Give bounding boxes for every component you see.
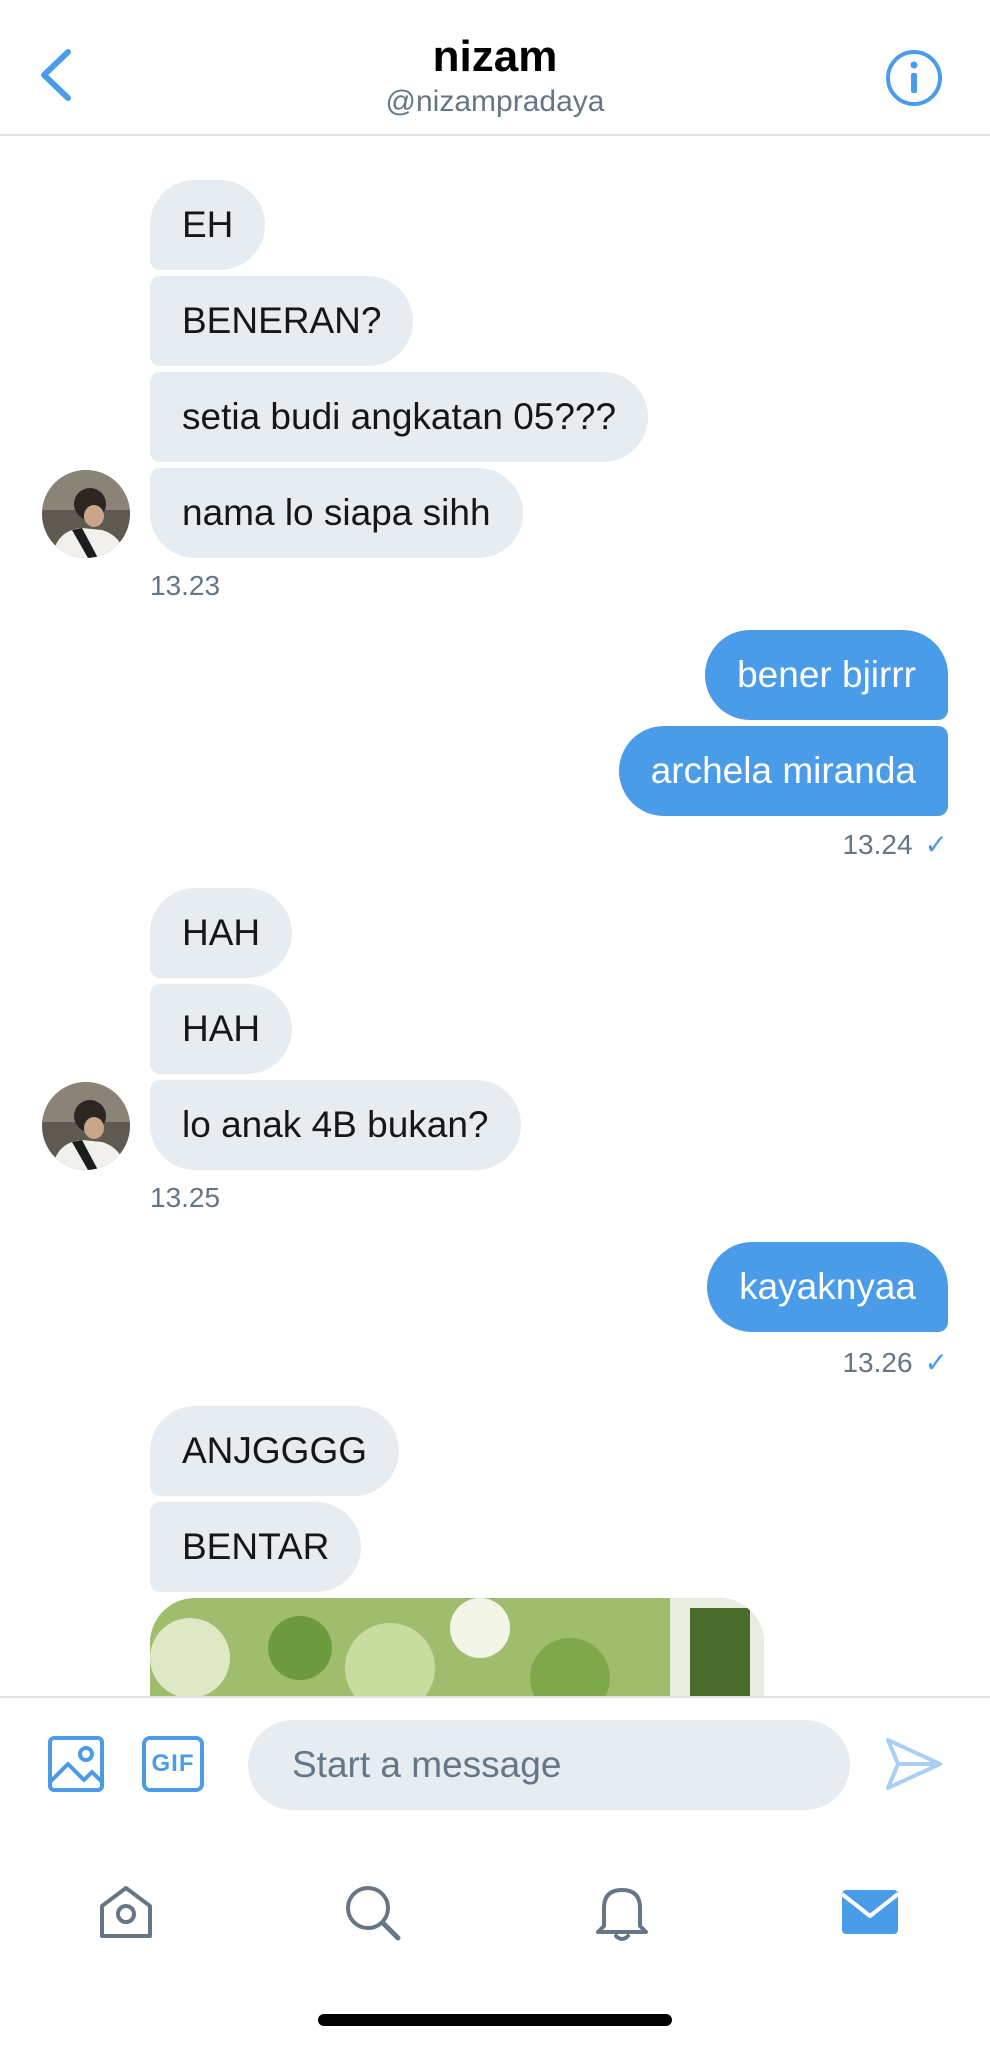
tab-messages[interactable]	[838, 1880, 902, 1944]
gif-button[interactable]: GIF	[142, 1736, 204, 1792]
tab-bar	[0, 1828, 990, 2048]
message-timestamp-row: 13.26 ✓	[842, 1346, 948, 1379]
conversation-title: nizam	[432, 32, 558, 81]
info-icon	[886, 50, 942, 106]
avatar-photo	[42, 470, 130, 558]
received-message[interactable]: nama lo siapa sihh	[150, 468, 523, 558]
photo-image	[150, 1598, 764, 1696]
conversation-handle: @nizampradaya	[385, 85, 605, 118]
tab-search[interactable]	[340, 1880, 404, 1944]
message-timestamp: 13.24	[842, 828, 913, 860]
checkmark-icon: ✓	[924, 829, 948, 860]
message-timestamp: 13.26	[842, 1346, 913, 1378]
home-icon	[100, 1886, 152, 1938]
message-timestamp: 13.23	[150, 570, 221, 601]
info-button[interactable]	[884, 48, 944, 108]
received-photo[interactable]	[150, 1598, 764, 1696]
avatar-photo	[42, 1082, 130, 1170]
sent-message[interactable]: bener bjirrr	[705, 630, 948, 720]
send-button[interactable]	[884, 1734, 944, 1794]
received-message[interactable]: HAH	[150, 888, 293, 978]
received-message[interactable]: BENERAN?	[150, 276, 414, 366]
received-message[interactable]: lo anak 4B bukan?	[150, 1080, 521, 1170]
image-icon	[48, 1736, 104, 1792]
received-message[interactable]: ANJGGGG	[150, 1406, 400, 1496]
message-composer: GIF	[0, 1696, 990, 1828]
search-icon	[346, 1886, 401, 1941]
add-image-button[interactable]	[46, 1734, 106, 1794]
received-message[interactable]: HAH	[150, 984, 293, 1074]
mail-icon	[840, 1890, 900, 1934]
tab-notifications[interactable]	[590, 1880, 654, 1944]
bell-icon	[596, 1888, 648, 1941]
send-icon	[886, 1738, 942, 1790]
tab-home[interactable]	[94, 1880, 158, 1944]
received-message[interactable]: BENTAR	[150, 1502, 362, 1592]
message-input[interactable]	[248, 1720, 850, 1810]
avatar[interactable]	[42, 1082, 130, 1170]
home-indicator[interactable]	[318, 2014, 672, 2026]
conversation-title-block: nizam @nizampradaya	[0, 30, 990, 120]
message-thread[interactable]: EH BENERAN? setia budi angkatan 05??? na…	[0, 138, 990, 1696]
received-message[interactable]: EH	[150, 180, 266, 270]
conversation-header: nizam @nizampradaya	[0, 0, 990, 136]
message-timestamp: 13.25	[150, 1182, 221, 1213]
message-timestamp-row: 13.24 ✓	[842, 828, 948, 861]
avatar[interactable]	[42, 470, 130, 558]
received-message[interactable]: setia budi angkatan 05???	[150, 372, 649, 462]
sent-message[interactable]: archela miranda	[618, 726, 948, 816]
sent-message[interactable]: kayaknyaa	[707, 1242, 948, 1332]
checkmark-icon: ✓	[924, 1347, 948, 1378]
